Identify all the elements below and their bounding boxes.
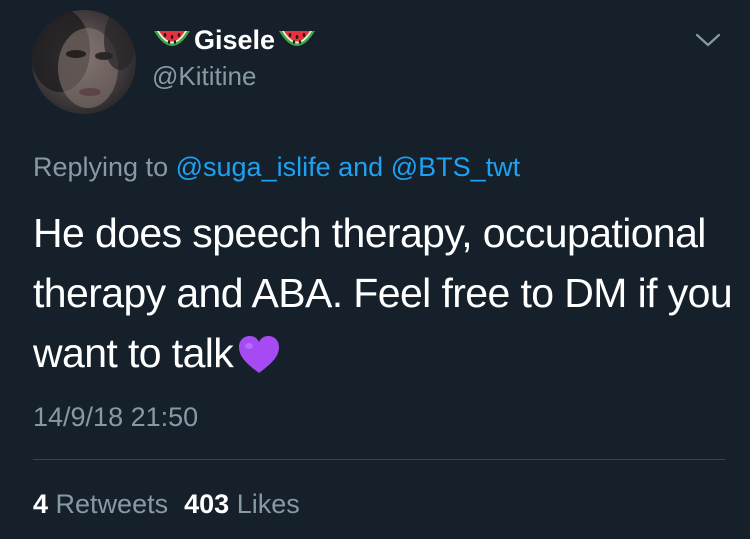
author-name-row[interactable]: Gisele bbox=[152, 22, 317, 58]
author-handle[interactable]: @Kititine bbox=[152, 60, 256, 92]
tweet-timestamp[interactable]: 14/9/18 21:50 bbox=[33, 398, 198, 436]
display-name[interactable]: Gisele bbox=[194, 22, 275, 58]
tweet-body: He does speech therapy, occupational the… bbox=[33, 210, 733, 376]
replying-to-line: Replying to @suga_islife and @BTS_twt bbox=[33, 148, 520, 186]
replying-to-label: Replying to bbox=[33, 152, 169, 182]
purple-heart-icon bbox=[237, 335, 281, 375]
tweet-card: Gisele @Kititine Replying to @suga_islif… bbox=[0, 0, 750, 539]
mention-link[interactable]: @suga_islife bbox=[176, 152, 331, 182]
avatar-photo bbox=[32, 10, 136, 108]
likes-count: 403 bbox=[184, 489, 230, 519]
likes-stat[interactable]: 403 Likes bbox=[184, 489, 300, 519]
retweets-count: 4 bbox=[33, 489, 49, 519]
tweet-text: He does speech therapy, occupational the… bbox=[33, 203, 733, 383]
mention-link[interactable]: @BTS_twt bbox=[391, 152, 520, 182]
divider bbox=[33, 459, 725, 460]
replying-joiner: and bbox=[338, 152, 384, 182]
avatar[interactable] bbox=[32, 10, 136, 114]
tweet-stats: 4 Retweets 403 Likes bbox=[33, 484, 300, 524]
retweets-label: Retweets bbox=[55, 489, 169, 519]
watermelon-icon bbox=[277, 25, 317, 55]
chevron-down-icon[interactable] bbox=[694, 30, 722, 50]
retweets-stat[interactable]: 4 Retweets bbox=[33, 489, 168, 519]
likes-label: Likes bbox=[236, 489, 300, 519]
watermelon-icon bbox=[152, 25, 192, 55]
